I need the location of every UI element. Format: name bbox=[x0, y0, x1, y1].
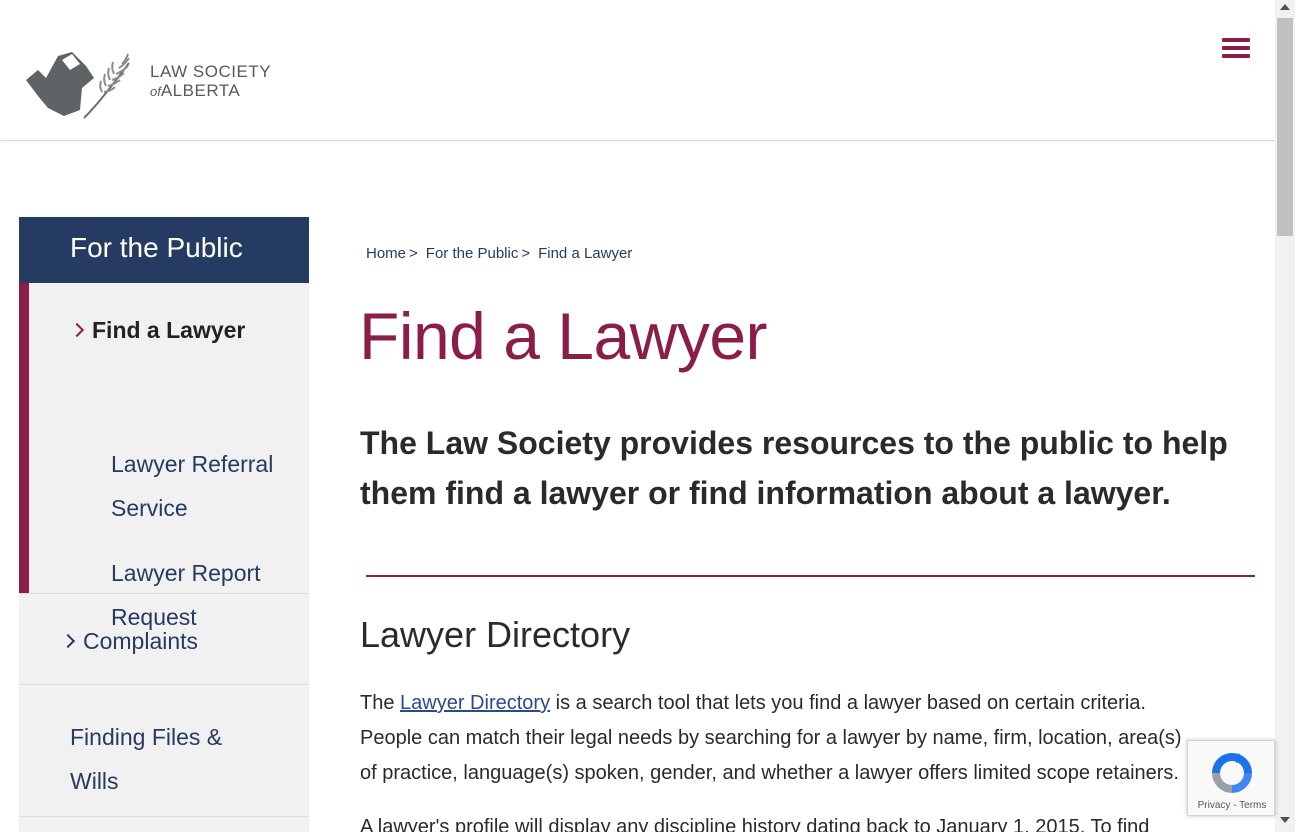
hamburger-menu-icon[interactable] bbox=[1222, 38, 1250, 62]
breadcrumb-for-the-public[interactable]: For the Public bbox=[426, 245, 519, 262]
recaptcha-links[interactable]: Privacy - Terms bbox=[1188, 800, 1276, 811]
chevron-right-icon bbox=[60, 633, 76, 648]
sidebar-item-find-a-lawyer[interactable]: Find a Lawyer bbox=[69, 317, 246, 344]
logo-alberta: ALBERTA bbox=[160, 81, 241, 100]
breadcrumb: Home > For the Public > Find a Lawyer bbox=[366, 245, 632, 262]
section-title-lawyer-directory: Lawyer Directory bbox=[360, 614, 631, 655]
lawyer-directory-link[interactable]: Lawyer Directory bbox=[400, 692, 550, 714]
scroll-down-arrow-icon[interactable] bbox=[1280, 817, 1290, 823]
logo-wordmark: LAW SOCIETY ofALBERTA bbox=[150, 63, 271, 102]
logo-line-2: ofALBERTA bbox=[150, 81, 271, 102]
sidebar-item-next[interactable] bbox=[19, 816, 309, 832]
discipline-history-paragraph: A lawyer's profile will display any disc… bbox=[360, 816, 1150, 832]
logo-of: of bbox=[150, 84, 161, 99]
scroll-up-arrow-icon[interactable] bbox=[1280, 4, 1290, 10]
site-header: LAW SOCIETY ofALBERTA bbox=[0, 0, 1275, 141]
breadcrumb-current: Find a Lawyer bbox=[538, 245, 633, 262]
sidebar-subitem-lawyer-referral[interactable]: Lawyer Referral Service bbox=[111, 442, 291, 530]
logo-line-1: LAW SOCIETY bbox=[150, 62, 272, 81]
lawyer-directory-paragraph: The Lawyer Directory is a search tool th… bbox=[360, 686, 1190, 791]
recaptcha-badge[interactable]: Privacy - Terms bbox=[1187, 740, 1275, 816]
breadcrumb-separator: > bbox=[521, 245, 531, 262]
sidebar-heading[interactable]: For the Public bbox=[19, 217, 309, 283]
sidebar-item-find-a-lawyer-group: Find a Lawyer Lawyer Referral Service La… bbox=[19, 283, 309, 630]
lead-paragraph: The Law Society provides resources to th… bbox=[360, 425, 1228, 511]
recaptcha-logo-icon bbox=[1212, 753, 1252, 793]
sidebar-item-finding-files[interactable]: Finding Files & Wills bbox=[19, 684, 309, 816]
chevron-right-icon bbox=[69, 322, 85, 337]
page-title: Find a Lawyer bbox=[359, 299, 768, 373]
page-scrollbar[interactable] bbox=[1275, 0, 1295, 832]
scroll-thumb[interactable] bbox=[1277, 18, 1293, 236]
breadcrumb-home[interactable]: Home bbox=[366, 245, 406, 262]
sidebar-nav: For the Public Find a Lawyer Lawyer Refe… bbox=[19, 217, 309, 832]
section-divider bbox=[366, 575, 1255, 577]
para-text: The bbox=[360, 692, 401, 714]
breadcrumb-separator: > bbox=[409, 245, 418, 262]
sidebar-item-label: Find a Lawyer bbox=[92, 317, 246, 343]
mountain-wheat-logo-icon bbox=[26, 52, 130, 119]
sidebar-item-label: Finding Files & Wills bbox=[70, 724, 223, 794]
sidebar-subitem-lawyer-report[interactable]: Lawyer Report Request bbox=[111, 551, 291, 639]
